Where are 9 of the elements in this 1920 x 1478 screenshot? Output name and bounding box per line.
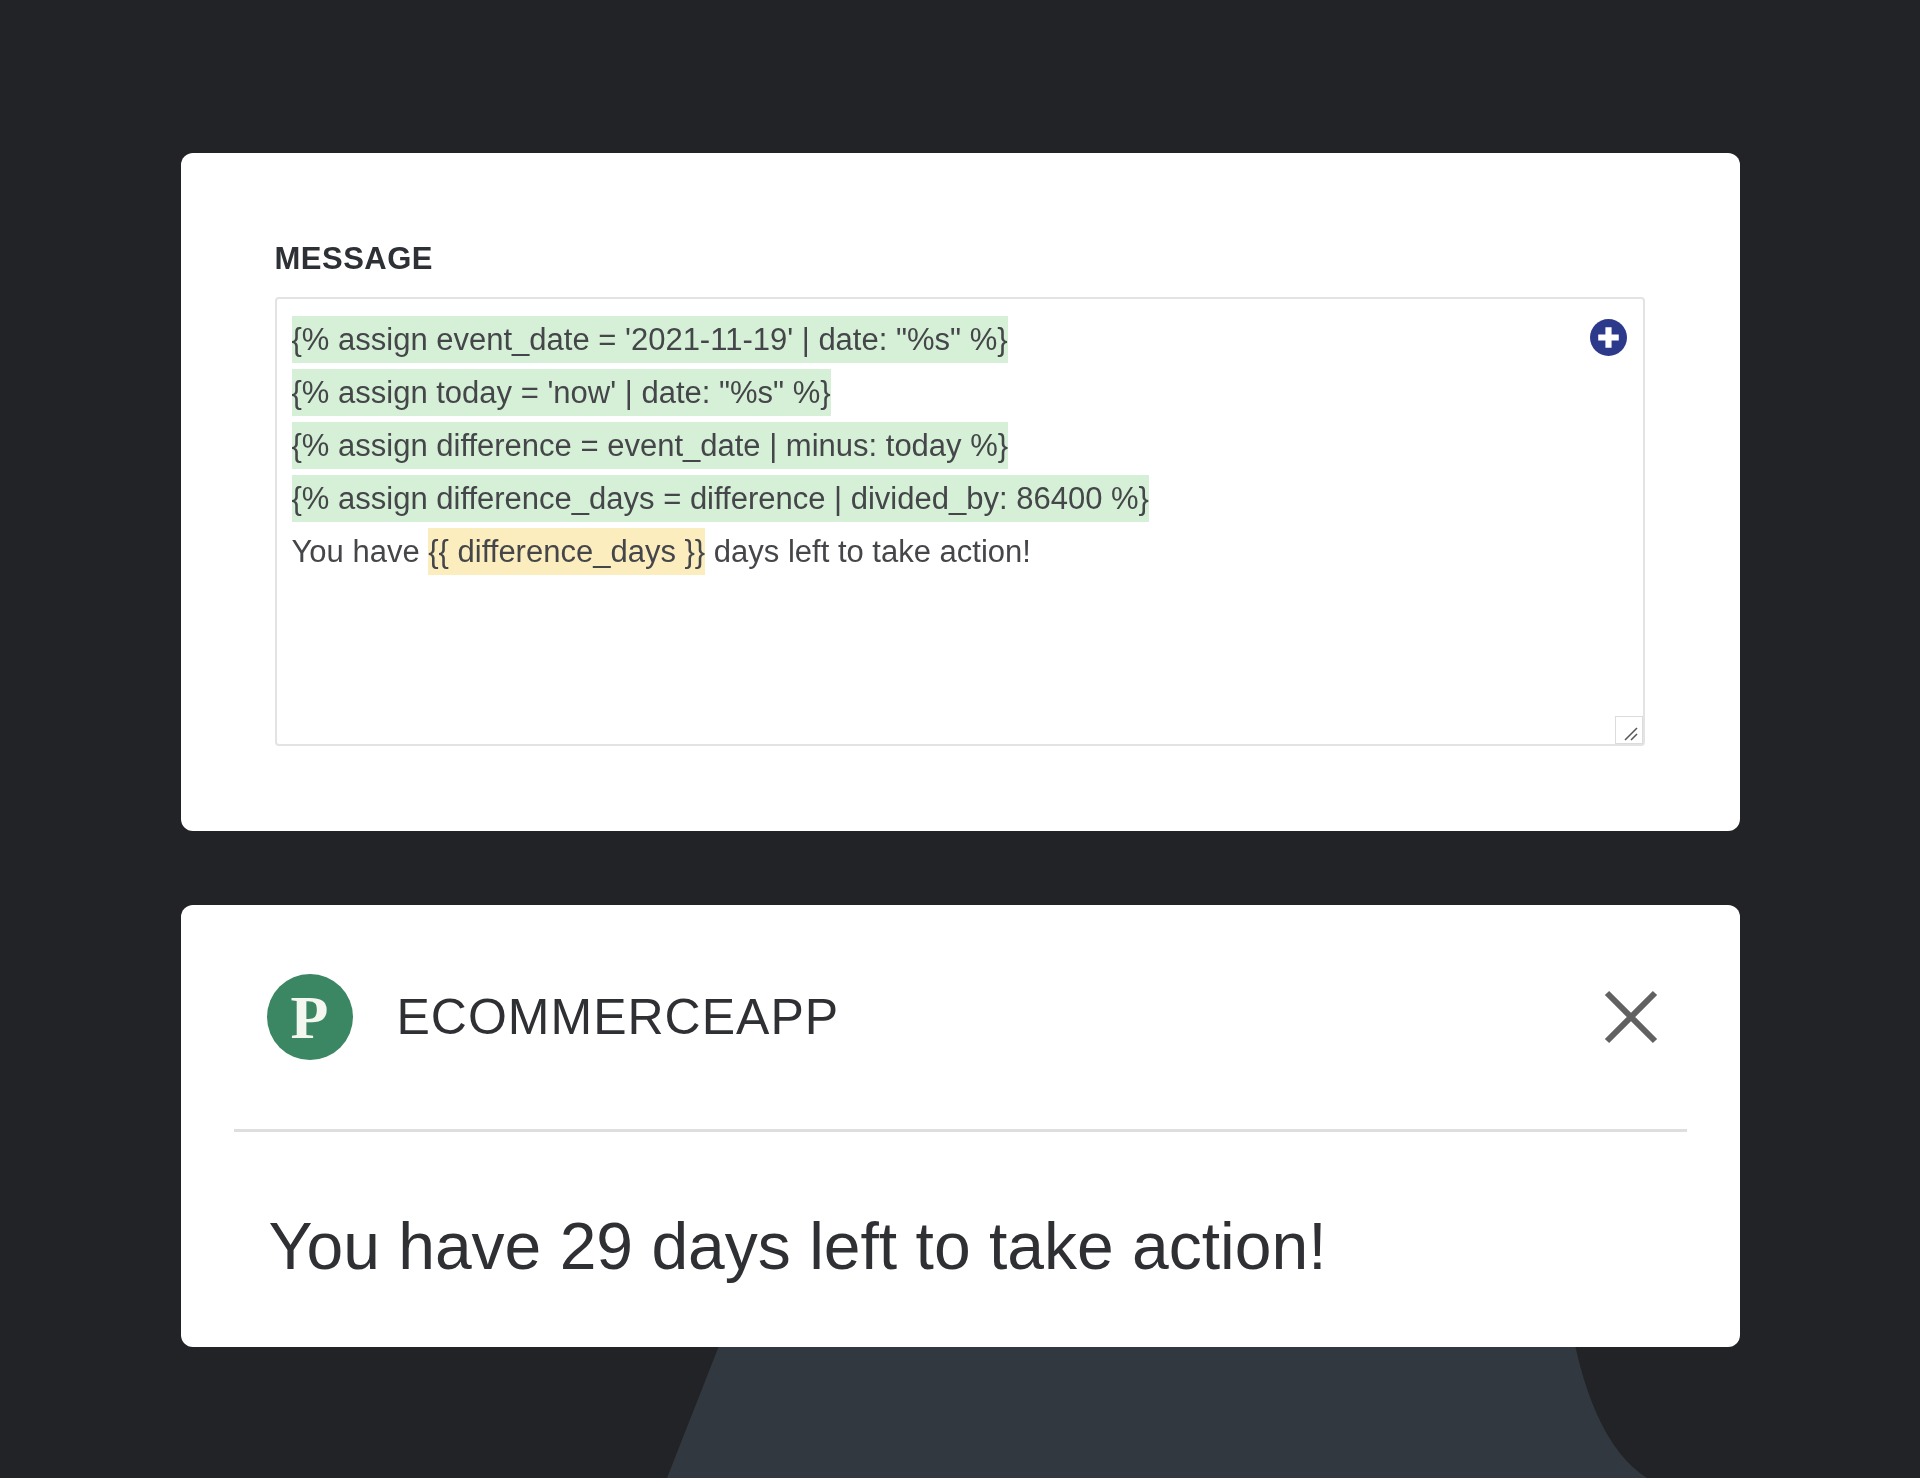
app-name: ECOMMERCEAPP — [396, 987, 840, 1047]
notification-message: You have 29 days left to take action! — [267, 1208, 1328, 1284]
resize-handle-icon[interactable] — [1614, 716, 1643, 744]
close-icon[interactable] — [1603, 990, 1658, 1044]
field-label: MESSAGE — [274, 241, 435, 277]
app-logo: P — [266, 974, 353, 1060]
plus-icon[interactable] — [1589, 319, 1627, 356]
message-textarea[interactable] — [274, 297, 1645, 746]
code-line: You have {{ difference_days }} days left to take action! — [291, 525, 1031, 578]
